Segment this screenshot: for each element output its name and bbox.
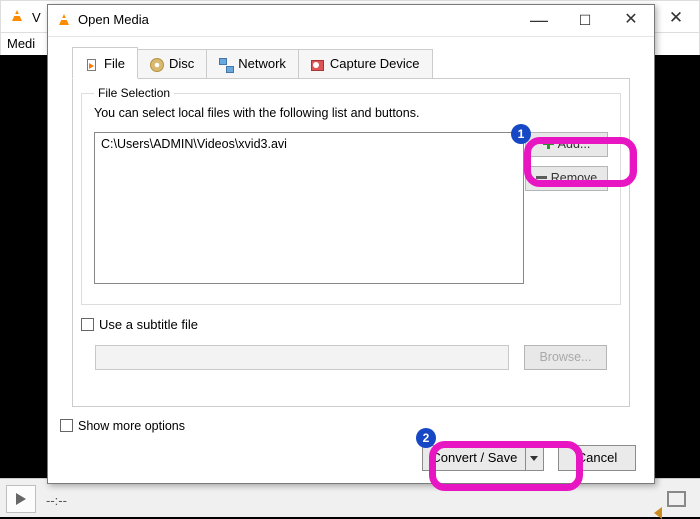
- disc-icon: [150, 58, 164, 72]
- tab-label: Capture Device: [330, 56, 420, 71]
- capture-device-icon: [311, 58, 325, 72]
- dialog-close-button[interactable]: ✕: [608, 5, 654, 35]
- tab-network[interactable]: Network: [206, 49, 299, 79]
- file-selection-hint: You can select local files with the foll…: [94, 106, 419, 120]
- convert-save-button[interactable]: Convert / Save: [422, 445, 526, 471]
- dialog-titlebar: Open Media — ☐ ✕: [48, 5, 654, 37]
- more-options-row[interactable]: Show more options: [60, 419, 185, 433]
- main-window-close-button[interactable]: ✕: [653, 1, 699, 34]
- add-button[interactable]: Add...: [525, 132, 608, 157]
- remove-button-label: Remove: [551, 171, 598, 185]
- file-icon: [85, 58, 99, 72]
- vlc-cone-icon: [56, 12, 72, 28]
- convert-save-split-button[interactable]: Convert / Save: [422, 445, 544, 471]
- add-button-label: Add...: [558, 137, 591, 151]
- minus-icon: [536, 172, 547, 183]
- remove-button[interactable]: Remove: [525, 166, 608, 191]
- tab-capture-device[interactable]: Capture Device: [298, 49, 433, 79]
- main-window-title: V: [32, 10, 41, 25]
- dialog-maximize-button[interactable]: ☐: [562, 5, 608, 35]
- tab-label: Network: [238, 56, 286, 71]
- subtitle-checkbox[interactable]: [81, 318, 94, 331]
- tab-disc[interactable]: Disc: [137, 49, 207, 79]
- more-options-checkbox[interactable]: [60, 419, 73, 432]
- play-button[interactable]: [6, 485, 36, 513]
- tab-file[interactable]: File: [72, 47, 138, 79]
- file-list-item[interactable]: C:\Users\ADMIN\Videos\xvid3.avi: [101, 137, 517, 151]
- file-selection-label: File Selection: [94, 86, 174, 100]
- plus-icon: [543, 138, 554, 149]
- vlc-cone-icon: [9, 8, 25, 24]
- open-media-dialog: Open Media — ☐ ✕ File Disc Network Captu…: [47, 4, 655, 484]
- file-selection-frame: File Selection You can select local file…: [81, 93, 621, 305]
- network-icon: [219, 58, 233, 72]
- fullscreen-icon[interactable]: [667, 491, 686, 507]
- time-elapsed: --:--: [46, 493, 67, 508]
- dialog-tabs: File Disc Network Capture Device: [72, 49, 432, 79]
- file-list[interactable]: C:\Users\ADMIN\Videos\xvid3.avi: [94, 132, 524, 284]
- convert-save-dropdown[interactable]: [526, 445, 544, 471]
- tab-label: Disc: [169, 56, 194, 71]
- subtitle-row: Use a subtitle file Browse...: [81, 317, 621, 387]
- tab-panel-file: File Selection You can select local file…: [72, 78, 630, 407]
- subtitle-checkbox-label: Use a subtitle file: [99, 317, 198, 332]
- tab-label: File: [104, 56, 125, 71]
- dialog-footer: Convert / Save Cancel: [422, 445, 636, 471]
- dialog-minimize-button[interactable]: —: [516, 5, 562, 35]
- dialog-title: Open Media: [78, 12, 149, 27]
- subtitle-path-input: [95, 345, 509, 370]
- more-options-label: Show more options: [78, 419, 185, 433]
- browse-button: Browse...: [524, 345, 607, 370]
- menu-media[interactable]: Medi: [7, 36, 35, 51]
- cancel-button[interactable]: Cancel: [558, 445, 636, 471]
